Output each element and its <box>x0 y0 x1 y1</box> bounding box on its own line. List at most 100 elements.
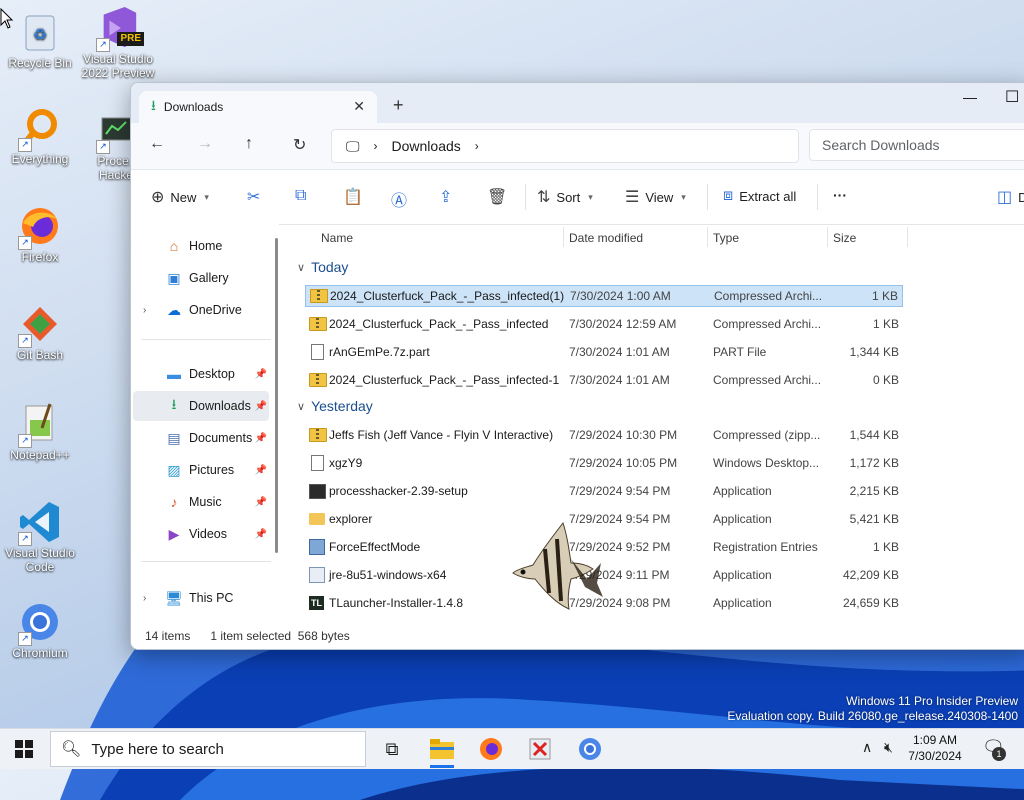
toolbar-divider <box>707 184 708 210</box>
sidebar-item-documents[interactable]: ▤ Documents 📌 <box>133 423 269 453</box>
group-header-yesterday[interactable]: ∨ Yesterday <box>297 398 373 414</box>
cut-button[interactable]: ✂ <box>247 187 260 207</box>
sidebar-item-videos[interactable]: ▶ Videos 📌 <box>133 519 269 549</box>
refresh-button[interactable]: ↻ <box>293 135 306 155</box>
details-pane-button[interactable]: ◫D <box>997 187 1024 207</box>
close-tab-icon[interactable]: ✕ <box>353 98 365 115</box>
sort-button[interactable]: ⇅ Sort ▾ <box>537 187 593 207</box>
search-input[interactable]: Search Downloads <box>809 129 1024 161</box>
chevron-down-icon: ∨ <box>297 400 306 413</box>
taskbar-firefox[interactable] <box>477 735 505 763</box>
show-hidden-icons-chevron-up-icon[interactable]: ∧ <box>862 739 872 756</box>
table-row[interactable]: processhacker-2.39-setup 7/29/2024 9:54 P… <box>305 480 903 502</box>
taskbar-app-red[interactable] <box>526 735 554 763</box>
zip-folder-icon <box>309 373 327 387</box>
table-row[interactable]: 2024_Clusterfuck_Pack_-_Pass_infected(1)… <box>305 285 903 307</box>
desktop-icon-everything[interactable]: ↗ Everything <box>2 106 78 166</box>
breadcrumb-downloads[interactable]: Downloads <box>392 138 461 154</box>
monitor-icon: 🖵 <box>346 137 360 154</box>
sidebar-scrollbar[interactable] <box>275 238 278 553</box>
column-divider[interactable] <box>907 227 908 247</box>
sidebar-item-music[interactable]: ♪ Music 📌 <box>133 487 269 517</box>
firefox-icon <box>480 738 502 760</box>
sidebar-item-this-pc[interactable]: › 🖥 This PC <box>133 583 269 613</box>
registry-file-icon <box>309 539 325 555</box>
sidebar-item-onedrive[interactable]: › ☁ OneDrive <box>133 295 269 325</box>
chevron-down-icon: ▾ <box>681 191 686 202</box>
pin-icon[interactable]: 📌 <box>255 433 267 444</box>
sidebar-divider <box>141 339 271 340</box>
column-divider[interactable] <box>827 227 828 247</box>
view-button[interactable]: ☰ View ▾ <box>625 187 686 207</box>
delete-button[interactable]: 🗑 <box>487 187 507 207</box>
column-header-name[interactable]: Name <box>321 231 353 245</box>
up-button[interactable]: ↑ <box>245 135 253 153</box>
sidebar-item-home[interactable]: ⌂ Home <box>133 231 269 261</box>
sidebar-item-gallery[interactable]: ▣ Gallery <box>133 263 269 293</box>
chevron-down-icon: ▾ <box>588 191 593 202</box>
maximize-button[interactable]: ☐ <box>1005 87 1019 107</box>
toolbar-divider <box>525 184 526 210</box>
more-options-button[interactable]: ··· <box>833 187 847 203</box>
volume-muted-icon[interactable]: 🔇︎ <box>884 739 893 756</box>
notification-center-button[interactable]: 🗨︎ 1 <box>982 737 1006 761</box>
expand-chevron-icon[interactable]: › <box>143 305 157 316</box>
pin-icon[interactable]: 📌 <box>255 529 267 540</box>
column-header-type[interactable]: Type <box>713 231 739 245</box>
share-button[interactable]: ⇪ <box>439 187 452 207</box>
back-button[interactable]: ← <box>149 135 165 153</box>
chromium-icon <box>579 738 601 760</box>
table-row[interactable]: 2024_Clusterfuck_Pack_-_Pass_infected 7/3… <box>305 313 903 335</box>
taskbar-file-explorer[interactable] <box>428 735 456 768</box>
table-row[interactable]: xgzY9 7/29/2024 10:05 PM Windows Desktop..… <box>305 452 903 474</box>
column-divider[interactable] <box>707 227 708 247</box>
sidebar-item-desktop[interactable]: ▬ Desktop 📌 <box>133 359 269 389</box>
selection-info: 1 item selected 568 bytes <box>210 629 350 643</box>
tab-downloads[interactable]: ⭳ Downloads ✕ <box>139 91 377 123</box>
expand-chevron-icon[interactable]: › <box>143 593 157 604</box>
table-row[interactable]: Jeffs Fish (Jeff Vance - Flyin V Interac… <box>305 424 903 446</box>
copy-button[interactable]: ⧉ <box>295 187 306 205</box>
sidebar-item-pictures[interactable]: ▨ Pictures 📌 <box>133 455 269 485</box>
view-lines-icon: ☰ <box>625 189 640 206</box>
group-header-today[interactable]: ∨ Today <box>297 259 348 275</box>
pin-icon[interactable]: 📌 <box>255 497 267 508</box>
address-bar[interactable]: 🖵 › Downloads › <box>331 129 799 163</box>
table-row[interactable]: rAnGEmPe.7z.part 7/30/2024 1:01 AM PART Fi… <box>305 341 903 363</box>
pin-icon[interactable]: 📌 <box>255 401 267 412</box>
rename-button[interactable]: Ⓐ <box>391 187 407 211</box>
desktop-icon-notepad-plus-plus[interactable]: ↗ Notepad++ <box>2 402 78 462</box>
sidebar-item-downloads[interactable]: ⭳ Downloads 📌 <box>133 391 269 421</box>
new-tab-button[interactable]: + <box>393 95 404 116</box>
new-button[interactable]: ⊕ New ▾ <box>151 187 209 207</box>
desktop-icon-git-bash[interactable]: ↗ Git Bash <box>2 302 78 362</box>
taskbar: 🔍︎ Type here to search ⧉ ∧ 🔇︎ 1:09 AM 7/… <box>0 728 1024 769</box>
forward-button[interactable]: → <box>197 135 213 153</box>
svg-text:♻: ♻ <box>33 25 47 44</box>
shortcut-arrow-icon: ↗ <box>18 434 32 448</box>
desktop-icon-firefox[interactable]: ↗ Firefox <box>2 204 78 264</box>
table-row[interactable]: 2024_Clusterfuck_Pack_-_Pass_infected-1 7… <box>305 369 903 391</box>
column-header-size[interactable]: Size <box>833 231 856 245</box>
breadcrumb-chevron-icon: › <box>373 139 378 153</box>
desktop-icon-visual-studio-2022[interactable]: PRE ↗ Visual Studio 2022 Preview <box>80 6 156 80</box>
paste-button[interactable]: 📋 <box>343 187 363 207</box>
pin-icon[interactable]: 📌 <box>255 465 267 476</box>
start-button[interactable] <box>10 735 38 763</box>
breadcrumb-chevron-icon: › <box>474 139 479 153</box>
gallery-icon: ▣ <box>167 269 181 286</box>
minimize-button[interactable]: — <box>963 89 977 105</box>
taskbar-chromium[interactable] <box>576 735 604 763</box>
task-view-button[interactable]: ⧉ <box>378 735 406 763</box>
desktop-icon-chromium[interactable]: ↗ Chromium <box>2 600 78 660</box>
sidebar-divider <box>141 561 271 562</box>
clock[interactable]: 1:09 AM 7/30/2024 <box>902 732 968 764</box>
extract-all-button[interactable]: ⧈ Extract all <box>723 187 796 205</box>
column-header-date-modified[interactable]: Date modified <box>569 231 643 245</box>
column-divider[interactable] <box>563 227 564 247</box>
desktop-icon-vscode[interactable]: ↗ Visual Studio Code <box>2 500 78 574</box>
taskbar-search-input[interactable]: 🔍︎ Type here to search <box>50 731 366 767</box>
shortcut-arrow-icon: ↗ <box>96 38 110 52</box>
pin-icon[interactable]: 📌 <box>255 369 267 380</box>
download-icon: ⭳ <box>151 97 156 113</box>
